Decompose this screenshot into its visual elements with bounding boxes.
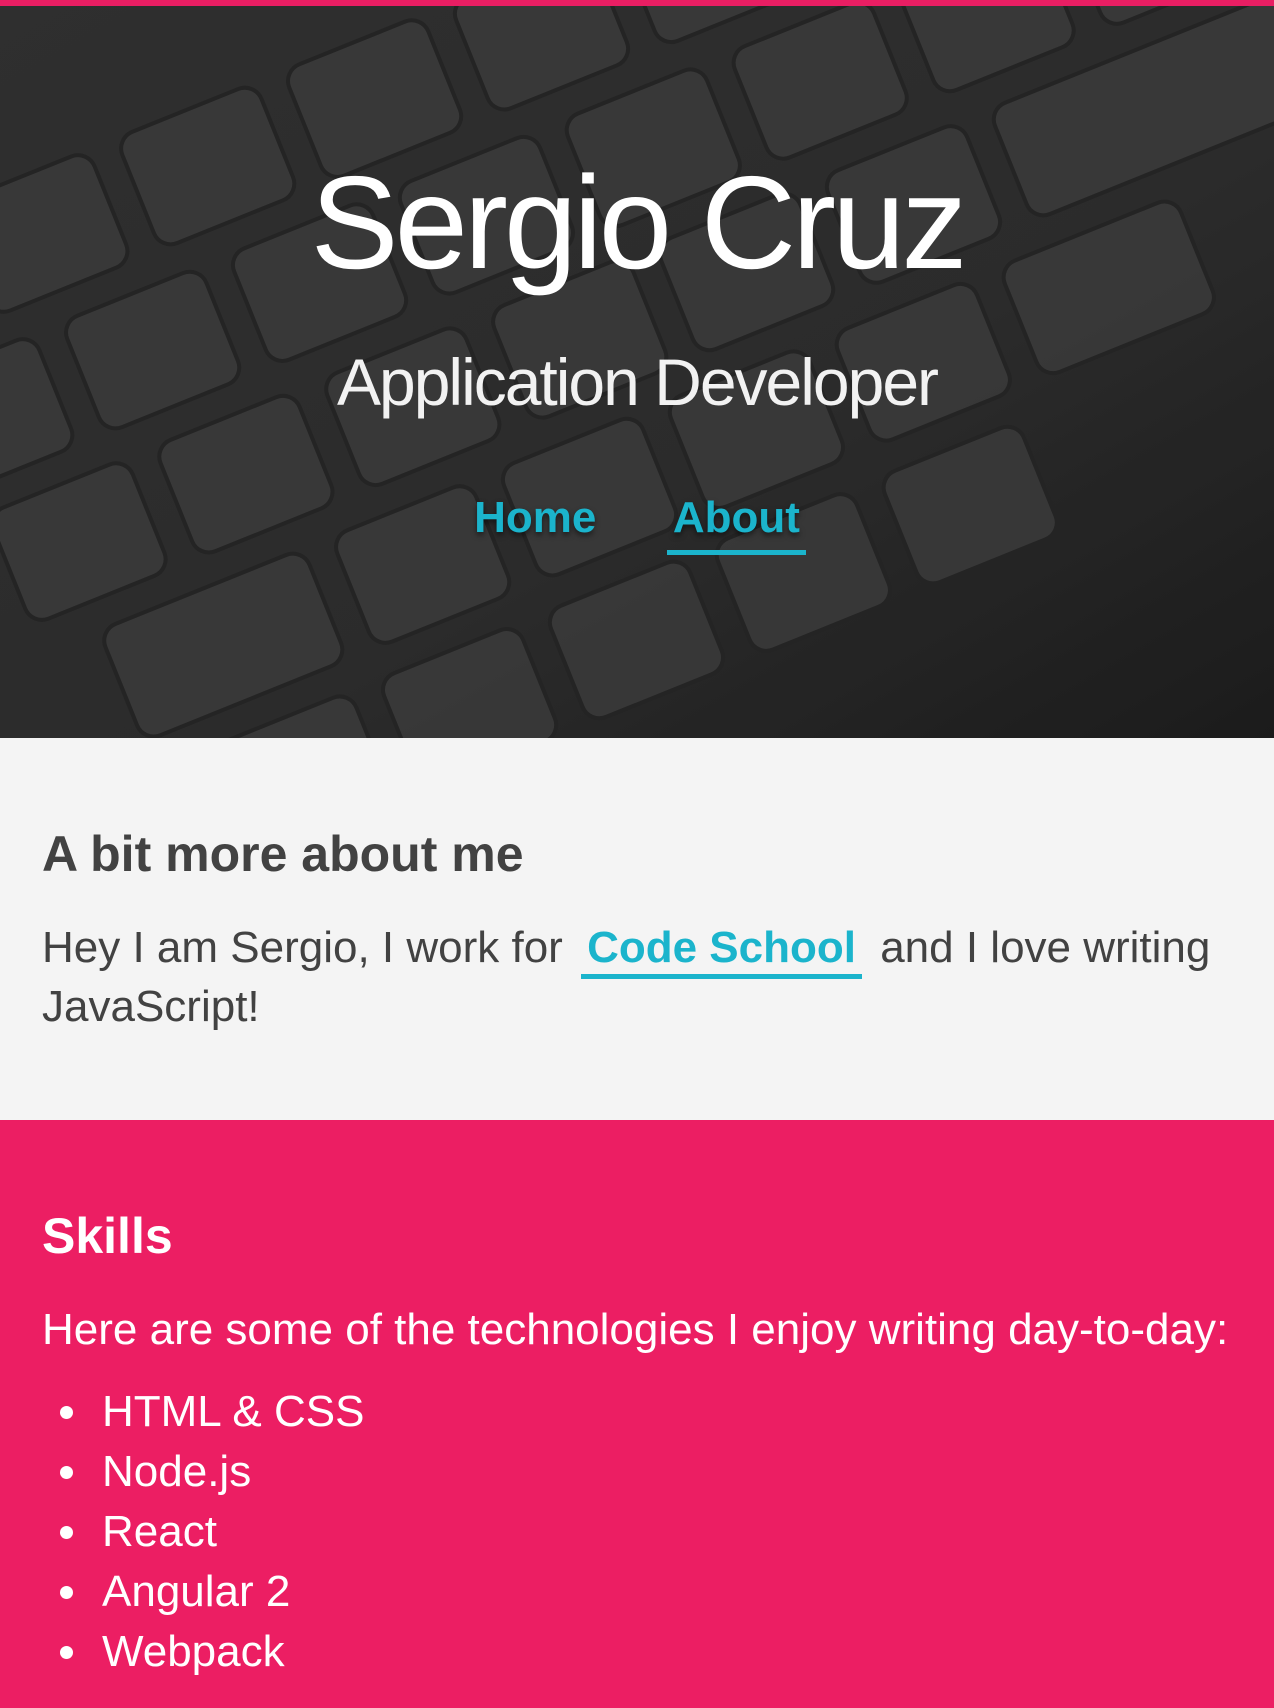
list-item: React: [42, 1502, 364, 1562]
bullet-icon: [60, 1406, 73, 1419]
code-school-link[interactable]: Code School: [581, 923, 862, 979]
hero-section: Sergio Cruz Application Developer Home A…: [0, 0, 1274, 738]
skill-label: React: [102, 1507, 217, 1556]
bullet-icon: [60, 1466, 73, 1479]
nav-link-about[interactable]: About: [666, 492, 806, 555]
skill-label: Node.js: [102, 1447, 252, 1496]
about-heading: A bit more about me: [42, 826, 524, 882]
skill-label: Angular 2: [102, 1567, 291, 1616]
list-item: HTML & CSS: [42, 1382, 364, 1442]
site-title: Sergio Cruz: [310, 149, 968, 296]
list-item: Webpack: [42, 1622, 364, 1682]
top-accent-stripe: [0, 0, 1274, 6]
skills-intro: Here are some of the technologies I enjo…: [42, 1305, 1229, 1354]
list-item: Angular 2: [42, 1562, 364, 1622]
skill-label: Webpack: [102, 1627, 285, 1676]
about-section: A bit more about me Hey I am Sergio, I w…: [0, 738, 1274, 1120]
nav-link-home[interactable]: Home: [468, 492, 602, 550]
main-nav: Home About: [0, 492, 1274, 555]
skill-label: HTML & CSS: [102, 1387, 365, 1436]
bullet-icon: [60, 1646, 73, 1659]
about-text-before: Hey I am Sergio, I work for: [42, 923, 563, 972]
skills-list: HTML & CSS Node.js React Angular 2 Webpa…: [42, 1382, 364, 1682]
bullet-icon: [60, 1526, 73, 1539]
bullet-icon: [60, 1586, 73, 1599]
list-item: Node.js: [42, 1442, 364, 1502]
site-subtitle: Application Developer: [336, 345, 939, 419]
skills-heading: Skills: [42, 1208, 173, 1264]
skills-section: Skills Here are some of the technologies…: [0, 1120, 1274, 1708]
about-text: Hey I am Sergio, I work for Code School …: [42, 918, 1242, 1036]
